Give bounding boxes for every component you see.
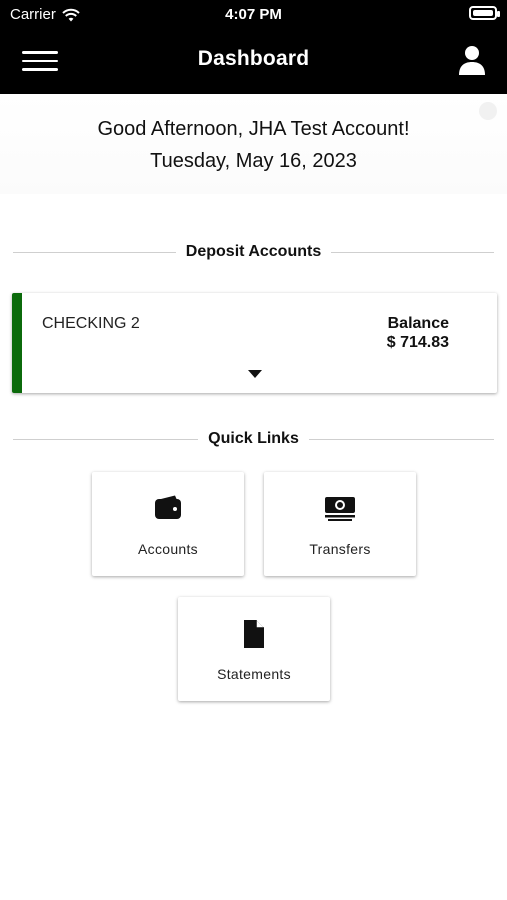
page-title: Dashboard: [197, 47, 310, 70]
divider: [13, 438, 199, 440]
greeting-panel: Good Afternoon, JHA Test Account! Tuesda…: [0, 94, 507, 194]
quick-link-label: Statements: [217, 666, 291, 682]
account-name: CHECKING 2: [42, 315, 140, 332]
divider: [13, 251, 176, 253]
wallet-icon: [155, 495, 181, 519]
account-accent-bar: [12, 293, 22, 393]
document-icon: [244, 620, 264, 648]
quick-link-accounts[interactable]: Accounts: [92, 472, 244, 576]
balance-value: $ 714.83: [386, 334, 449, 351]
quick-link-label: Transfers: [309, 541, 371, 557]
account-card[interactable]: CHECKING 2 Balance $ 714.83: [12, 293, 497, 393]
section-title: Quick Links: [208, 430, 299, 447]
money-icon: [325, 497, 355, 521]
expand-arrow-icon[interactable]: [248, 369, 262, 379]
deposit-accounts-header: Deposit Accounts: [13, 240, 495, 264]
quick-link-label: Accounts: [138, 541, 198, 557]
profile-icon[interactable]: [457, 44, 487, 76]
nav-bar: Dashboard: [0, 30, 507, 94]
status-time: 4:07 PM: [225, 6, 282, 23]
balance-label: Balance: [387, 315, 449, 332]
greeting-date: Tuesday, May 16, 2023: [150, 150, 357, 172]
battery-icon: [469, 6, 500, 20]
section-title: Deposit Accounts: [185, 243, 322, 260]
top-bar: Carrier 4:07 PM Dashboard: [0, 0, 507, 94]
divider: [308, 438, 495, 440]
greeting-text: Good Afternoon, JHA Test Account!: [97, 118, 410, 140]
quick-link-transfers[interactable]: Transfers: [264, 472, 416, 576]
divider: [331, 251, 495, 253]
quick-links-header: Quick Links: [13, 427, 495, 451]
quick-link-statements[interactable]: Statements: [178, 597, 330, 701]
status-bar: Carrier 4:07 PM: [0, 0, 507, 30]
